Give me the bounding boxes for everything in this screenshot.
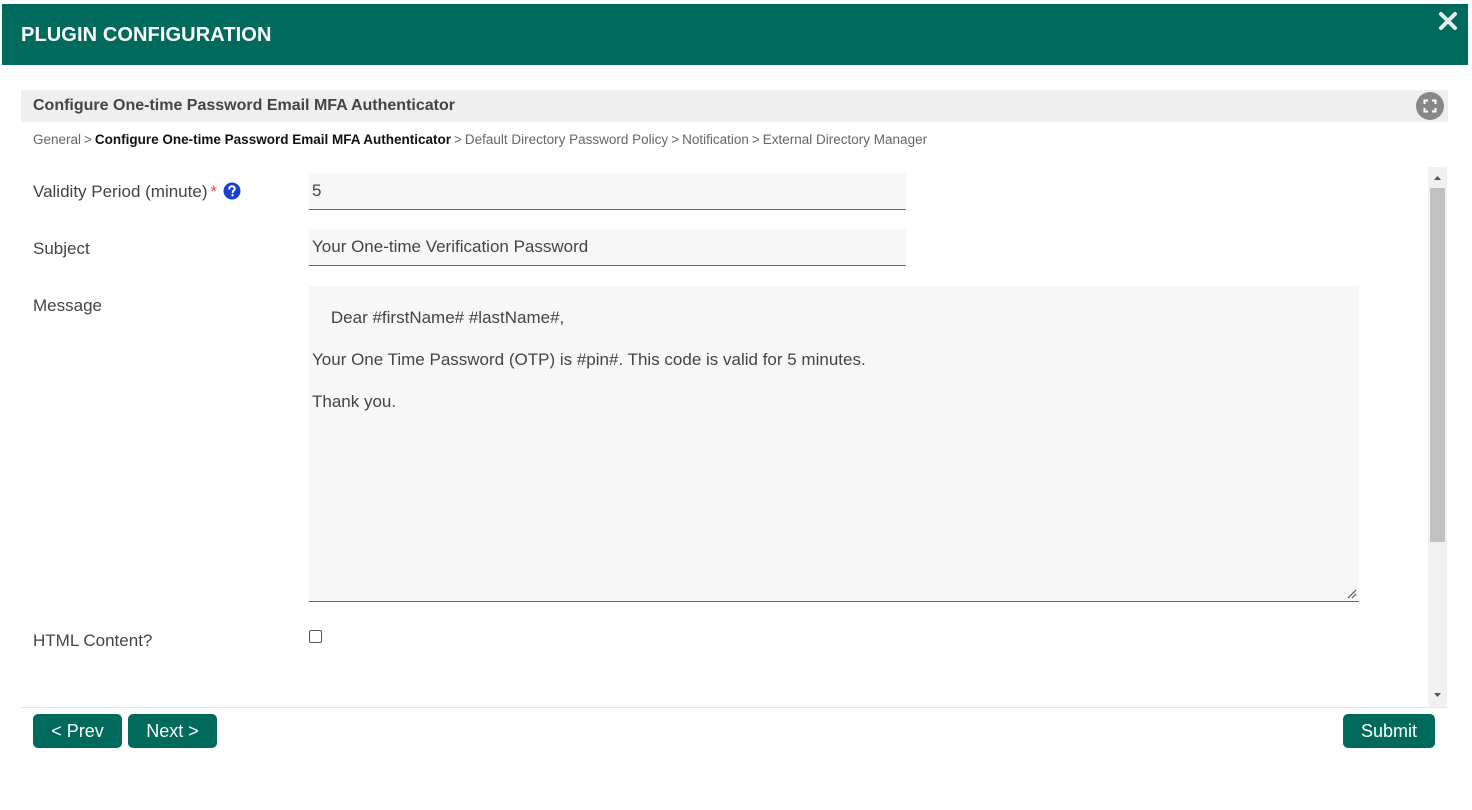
resize-grip-icon[interactable] [1347, 589, 1357, 599]
message-textarea[interactable]: Dear #firstName# #lastName#, Your One Ti… [309, 286, 1359, 602]
validity-period-label-text: Validity Period (minute) [33, 182, 208, 201]
breadcrumb-separator: > [751, 132, 760, 147]
breadcrumb-separator: > [671, 132, 680, 147]
required-marker: * [210, 182, 218, 201]
breadcrumb-item-directory-manager[interactable]: External Directory Manager [763, 132, 927, 147]
validity-period-input[interactable] [309, 173, 906, 210]
section-title: Configure One-time Password Email MFA Au… [33, 97, 455, 114]
next-button[interactable]: Next > [128, 714, 217, 748]
message-text: Dear #firstName# #lastName#, Your One Ti… [312, 308, 866, 411]
subject-label: Subject [33, 239, 90, 258]
form-area: Validity Period (minute)* Subject Messag… [21, 167, 1426, 707]
scroll-thumb[interactable] [1430, 188, 1445, 542]
breadcrumb-item-notification[interactable]: Notification [682, 132, 749, 147]
dialog-title: PLUGIN CONFIGURATION [21, 24, 272, 46]
question-circle-icon[interactable] [223, 182, 241, 200]
submit-button[interactable]: Submit [1343, 714, 1435, 748]
breadcrumb-item-password-policy[interactable]: Default Directory Password Policy [465, 132, 668, 147]
validity-period-label: Validity Period (minute) * [33, 182, 241, 202]
breadcrumb-separator: > [84, 132, 92, 147]
message-label: Message [33, 296, 102, 315]
dialog-header: PLUGIN CONFIGURATION [2, 4, 1468, 65]
footer-divider [21, 707, 1448, 708]
breadcrumb-separator: > [453, 132, 462, 147]
close-icon[interactable] [1436, 9, 1460, 33]
prev-button[interactable]: < Prev [33, 714, 122, 748]
section-header: Configure One-time Password Email MFA Au… [21, 90, 1448, 122]
subject-input[interactable] [309, 229, 906, 266]
html-content-label: HTML Content? [33, 631, 153, 650]
html-content-checkbox[interactable] [309, 630, 322, 643]
breadcrumb-item-general[interactable]: General [33, 132, 81, 147]
scroll-up-icon[interactable] [1428, 169, 1447, 186]
form-scrollbar[interactable] [1428, 167, 1447, 707]
breadcrumb-item-current: Configure One-time Password Email MFA Au… [94, 132, 451, 147]
scroll-down-icon[interactable] [1428, 687, 1447, 704]
fullscreen-icon[interactable] [1416, 92, 1444, 120]
breadcrumb: General > Configure One-time Password Emai… [33, 132, 927, 147]
